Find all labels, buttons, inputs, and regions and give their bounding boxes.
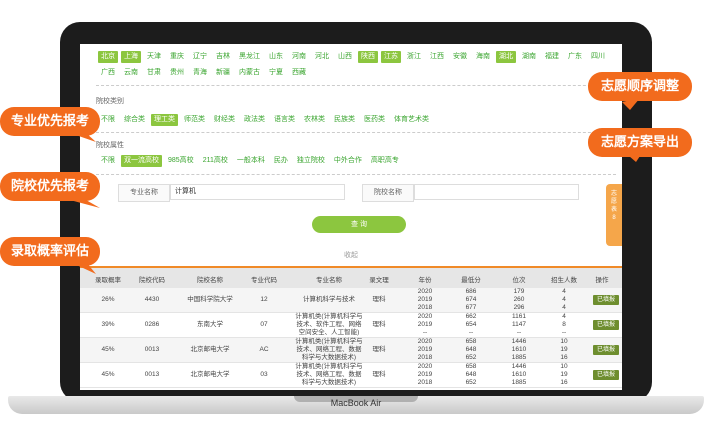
callout-export: 志愿方案导出 [588,128,692,157]
callout-tails [70,98,640,274]
callout-major-first: 专业优先报考 [0,107,100,136]
laptop-label: MacBook Air [330,398,382,408]
callout-school-first: 院校优先报考 [0,172,100,201]
callout-tail [70,200,100,208]
callout-probability: 录取概率评估 [0,237,100,266]
callout-order-adjust: 志愿顺序调整 [588,72,692,101]
